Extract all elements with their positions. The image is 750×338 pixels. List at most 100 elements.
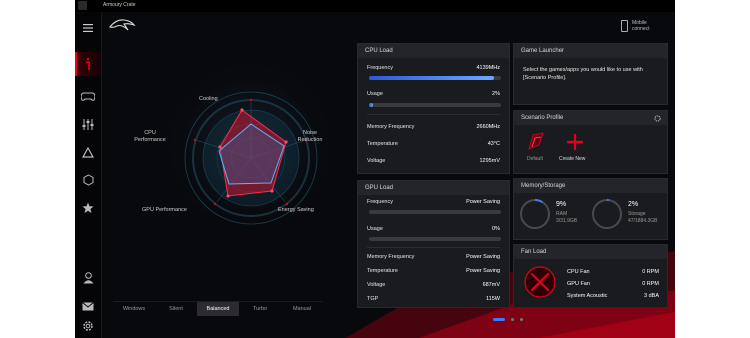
title-bar: Armoury Crate (75, 0, 675, 12)
cpu-temp-value: 43°C (487, 141, 500, 147)
cpu-memfreq-value: 2660MHz (476, 124, 500, 130)
cpu-load-title: CPU Load (358, 44, 509, 58)
gpu-memfreq-value: Power Saving (466, 254, 500, 260)
radar-label-cpu: CPU Performance (134, 130, 166, 143)
sidebar-item-gamevisual[interactable] (75, 168, 101, 192)
gpu-fan-label: GPU Fan (567, 281, 590, 287)
mobile-connect-label: Mobile connect (632, 20, 650, 32)
cpu-fan-value: 0 RPM (642, 269, 659, 275)
performance-radar-chart (184, 91, 318, 225)
gpu-fan-value: 0 RPM (642, 281, 659, 287)
default-profile-icon[interactable] (525, 131, 547, 153)
radar-label-energy: Energy Saving (278, 207, 314, 213)
rog-logo (108, 18, 136, 37)
cpu-frequency-bar (369, 76, 501, 80)
ram-percent: 9% (556, 201, 567, 208)
radar-label-noise: Noise Reduction (297, 130, 323, 143)
sidebar-item-home[interactable] (75, 52, 101, 76)
gpu-tgp-value: 115W (486, 296, 500, 302)
storage-value: 47/1884.3GB (628, 218, 658, 224)
gpu-usage-label: Usage (367, 226, 383, 232)
divider (367, 114, 500, 115)
mail-icon (82, 301, 94, 310)
fan-load-title: Fan Load (514, 245, 667, 259)
radar-label-gpu: GPU Performance (142, 207, 187, 213)
window-title: Armoury Crate (103, 2, 136, 8)
triangle-icon (82, 146, 94, 158)
sidebar-item-settings[interactable] (75, 112, 101, 136)
storage-percent: 2% (628, 201, 639, 208)
mode-silent[interactable]: Silent (155, 302, 197, 316)
gpu-load-title: GPU Load (358, 181, 509, 195)
cube-icon (83, 174, 93, 186)
default-profile-label: Default (527, 156, 543, 162)
cpu-voltage-label: Voltage (367, 158, 386, 164)
sidebar-item-user[interactable] (75, 266, 101, 290)
gpu-frequency-bar (369, 210, 501, 214)
user-icon (83, 272, 93, 284)
cpu-voltage-value: 1295mV (479, 158, 501, 164)
ram-value: 3/31.9GB (556, 218, 578, 224)
cpu-fan-label: CPU Fan (567, 269, 590, 275)
mode-turbo[interactable]: Turbo (239, 302, 281, 316)
memory-storage-title: Memory/Storage (514, 179, 667, 193)
gpu-temp-value: Power Saving (466, 268, 500, 274)
menu-button[interactable] (75, 16, 101, 40)
game-launcher-title: Game Launcher (514, 44, 667, 58)
page-dot-1[interactable] (493, 318, 505, 321)
mobile-connect-button[interactable]: Mobile connect (621, 20, 654, 32)
cpu-temp-label: Temperature (367, 141, 398, 147)
cpu-usage-value: 2% (492, 91, 500, 97)
cpu-frequency-label: Frequency (367, 65, 393, 71)
gpu-voltage-label: Voltage (367, 282, 386, 288)
cpu-memfreq-label: Memory Frequency (367, 124, 415, 130)
star-icon (82, 202, 94, 213)
storage-label: Storage (628, 211, 646, 217)
info-icon (86, 58, 90, 70)
gpu-memfreq-label: Memory Frequency (367, 254, 415, 260)
page-dot-2[interactable] (511, 318, 514, 321)
gamepad-icon (81, 92, 95, 101)
mode-balanced[interactable]: Balanced (197, 302, 239, 316)
gpu-usage-value: 0% (492, 226, 500, 232)
sidebar-item-featured[interactable] (75, 196, 101, 220)
cpu-frequency-value: 4139MHz (476, 65, 500, 71)
gpu-usage-bar (369, 237, 501, 241)
sidebar-item-settings-gear[interactable] (75, 314, 101, 338)
scenario-profile-title: Scenario Profile (514, 111, 667, 125)
gpu-tgp-label: TGP (367, 296, 379, 302)
hamburger-menu-icon (83, 24, 93, 32)
scenario-profile-card: Scenario Profile Default Create New (513, 110, 668, 174)
ram-label: RAM (556, 211, 568, 217)
gpu-voltage-value: 687mV (482, 282, 500, 288)
system-acoustic-label: System Acoustic (567, 293, 608, 299)
cpu-load-card: CPU Load Frequency 4139MHz Usage 2% Memory… (357, 43, 510, 174)
create-new-plus-icon[interactable] (565, 132, 585, 152)
gpu-frequency-label: Frequency (367, 199, 393, 205)
game-launcher-card[interactable]: Game Launcher Select the games/apps you … (513, 43, 668, 105)
cpu-usage-label: Usage (367, 91, 383, 97)
system-acoustic-value: 3 dBA (644, 293, 659, 299)
gear-icon (83, 321, 93, 331)
mode-windows[interactable]: Windows (113, 302, 155, 316)
ram-usage-ring (520, 199, 550, 229)
scenario-settings-gear-icon[interactable] (654, 115, 661, 122)
armoury-crate-window: Armoury Crate Mobile connect Cooling Noi… (75, 0, 675, 338)
sliders-icon (82, 118, 94, 130)
create-new-label: Create New (559, 156, 586, 162)
operating-mode-tabs: Windows Silent Balanced Turbo Manual (113, 301, 323, 316)
page-dot-3[interactable] (520, 318, 523, 321)
sidebar-item-game[interactable] (75, 84, 101, 108)
app-icon (78, 1, 87, 10)
sidebar-item-aura[interactable] (75, 140, 101, 164)
game-launcher-text: Select the games/apps you would like to … (523, 67, 643, 81)
fan-icon (524, 266, 556, 298)
gpu-temp-label: Temperature (367, 268, 398, 274)
storage-usage-ring (592, 199, 622, 229)
cpu-usage-bar (369, 103, 501, 107)
phone-icon (621, 20, 628, 32)
sidebar (75, 12, 102, 338)
mode-manual[interactable]: Manual (281, 302, 323, 316)
gpu-frequency-value: Power Saving (466, 199, 500, 205)
fan-load-card: Fan Load CPU Fan 0 RPM GPU Fan 0 RPM Syste… (513, 244, 668, 308)
